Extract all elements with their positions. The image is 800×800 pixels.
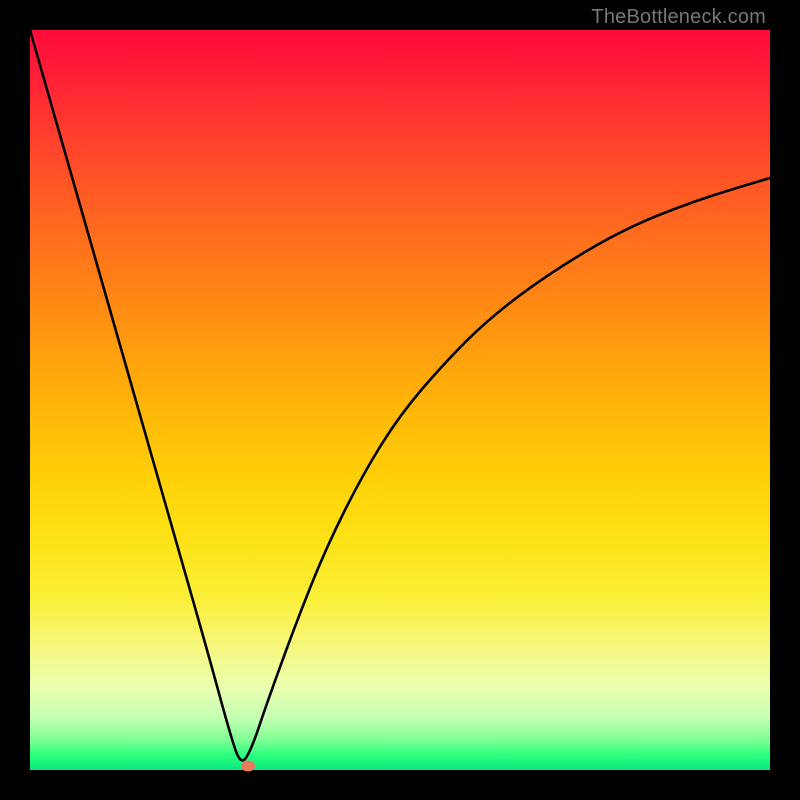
chart-frame: TheBottleneck.com bbox=[0, 0, 800, 800]
watermark-text: TheBottleneck.com bbox=[591, 6, 766, 29]
bottleneck-curve bbox=[30, 30, 770, 770]
bottleneck-marker bbox=[241, 760, 255, 771]
plot-area bbox=[30, 30, 770, 770]
